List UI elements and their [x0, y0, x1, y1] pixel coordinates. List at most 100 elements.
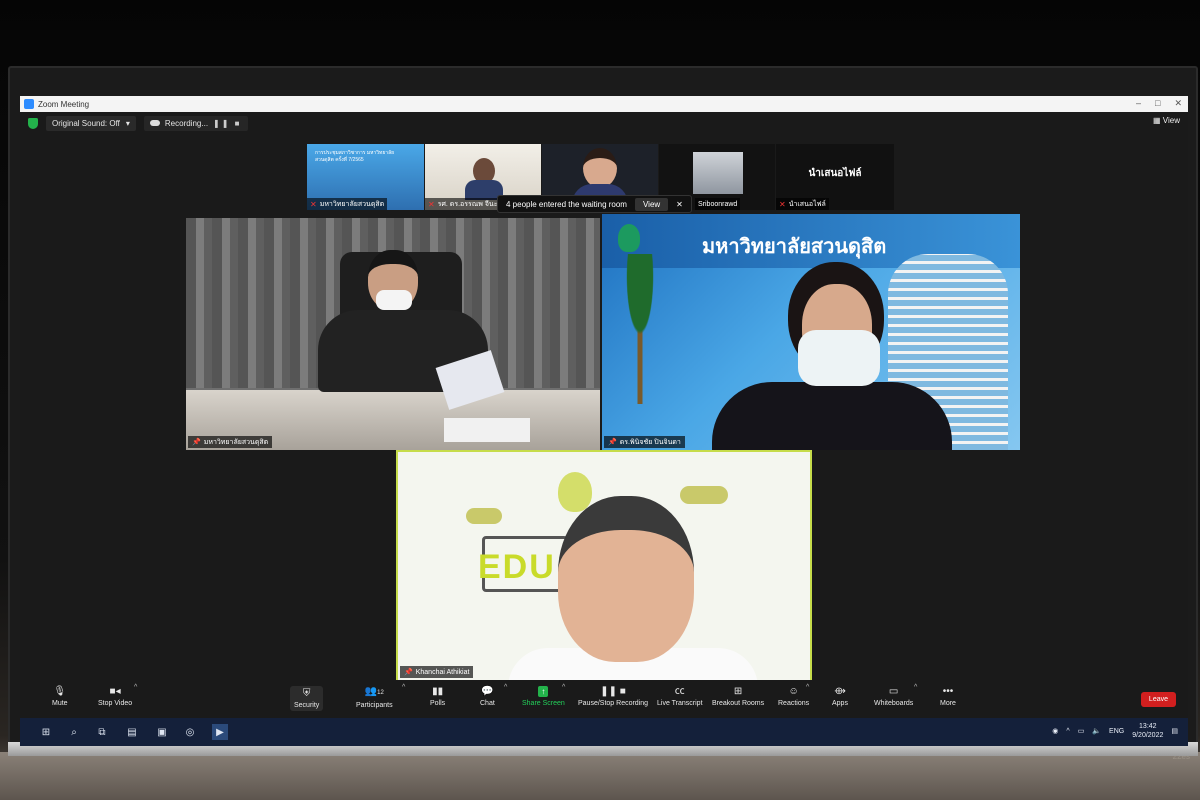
participants-icon: 👥12: [364, 686, 384, 697]
chevron-up-icon[interactable]: ^: [1066, 728, 1069, 735]
strip-tile-1-label: ✕ มหาวิทยาลัยสวนดุสิต: [307, 198, 388, 210]
recording-controls[interactable]: ❚❚ ■: [213, 119, 241, 128]
encryption-shield-icon[interactable]: [28, 117, 38, 129]
apps-icon: ⟴: [834, 686, 846, 697]
share-screen-icon: ↑: [538, 686, 549, 697]
security-label: Security: [294, 702, 320, 709]
windows-taskbar: ⊞ ⌕ ⧉ ▤ ▣ ◎ ▶ ◉ ^ ▭ 🔈 ENG 13:42 9/20/202…: [20, 718, 1188, 746]
participant-name: Khanchai Athikiat: [415, 668, 470, 676]
recording-indicator: Recording... ❚❚ ■: [143, 115, 248, 131]
volume-icon[interactable]: 🔈: [1092, 727, 1101, 735]
more-icon: •••: [942, 686, 954, 697]
participant-body: [712, 382, 952, 450]
close-icon[interactable]: ✕: [676, 200, 683, 209]
video-tile-label: 📌 มหาวิทยาลัยสวนดุสิต: [188, 436, 273, 448]
slide-preview-text: การประชุมสภาวิชาการ มหาวิทยาลัยสวนดุสิต …: [315, 150, 395, 163]
strip-tile-1[interactable]: การประชุมสภาวิชาการ มหาวิทยาลัยสวนดุสิต …: [307, 144, 424, 210]
pin-icon: 📌: [608, 439, 617, 446]
clock[interactable]: 13:42 9/20/2022: [1132, 722, 1163, 740]
whiteboards-button[interactable]: ▭ Whiteboards: [874, 686, 913, 707]
reactions-options-caret[interactable]: ^: [806, 684, 809, 691]
chat-label: Chat: [480, 700, 495, 707]
search-icon[interactable]: ⌕: [66, 724, 82, 740]
meeting-toolbar: 🎙 Mute ■◂ Stop Video ^ ⛨ Security 👥12 Partic…: [20, 680, 1188, 718]
waiting-room-notification: 4 people entered the waiting room View ✕: [497, 195, 692, 213]
share-screen-button[interactable]: ↑ Share Screen: [522, 686, 565, 707]
polls-icon: ▮▮: [432, 686, 444, 697]
windows-start-icon[interactable]: ⊞: [38, 724, 54, 740]
file-explorer-icon[interactable]: ▤: [124, 724, 140, 740]
minimize-button[interactable]: –: [1136, 98, 1141, 109]
share-screen-label: Share Screen: [522, 700, 565, 707]
apps-button[interactable]: ⟴ Apps: [832, 686, 848, 707]
participants-options-caret[interactable]: ^: [402, 684, 405, 691]
live-transcript-button[interactable]: ㏄ Live Transcript: [657, 686, 703, 707]
smiley-icon: ☺: [788, 686, 799, 697]
polls-label: Polls: [430, 700, 446, 707]
leave-button[interactable]: Leave: [1140, 692, 1176, 707]
browser-icon[interactable]: ◎: [182, 724, 198, 740]
whiteboards-options-caret[interactable]: ^: [914, 684, 917, 691]
apps-label: Apps: [832, 700, 848, 707]
video-tile-label: 📌 ดร.พินิจชัย ปินจินดา: [604, 436, 685, 448]
pause-stop-recording-button[interactable]: ❚❚ ■ Pause/Stop Recording: [578, 686, 648, 707]
video-tile-university[interactable]: มหาวิทยาลัยสวนดุสิต 📌 ดร.พินิจชัย ปินจินด…: [602, 214, 1020, 450]
view-label: View: [1162, 116, 1180, 125]
app-icon[interactable]: ▣: [154, 724, 170, 740]
view-button[interactable]: ▦ View: [1153, 116, 1180, 125]
participant-name: ดร.พินิจชัย ปินจินดา: [619, 438, 681, 446]
chat-options-caret[interactable]: ^: [504, 684, 507, 691]
waiting-room-view-button[interactable]: View: [634, 197, 669, 211]
zoom-taskbar-icon[interactable]: ▶: [212, 724, 228, 740]
window-title: Zoom Meeting: [38, 99, 90, 109]
close-window-button[interactable]: ✕: [1174, 98, 1182, 109]
mic-muted-icon: ✕: [428, 199, 435, 209]
zoom-window: Zoom Meeting – □ ✕ Original Sound: Off ▾…: [20, 96, 1188, 746]
participant-name: นำเสนอไฟล์: [788, 200, 826, 208]
original-sound-toggle[interactable]: Original Sound: Off ▾: [46, 115, 136, 131]
chrome-icon[interactable]: ◉: [1052, 727, 1058, 735]
chat-button[interactable]: 💬 Chat: [480, 686, 495, 707]
video-tile-active-speaker[interactable]: EDU N 📌 Khanchai Athikiat: [396, 450, 812, 682]
breakout-rooms-label: Breakout Rooms: [712, 700, 765, 707]
pin-icon: 📌: [404, 669, 413, 676]
stop-video-button[interactable]: ■◂ Stop Video: [98, 686, 132, 707]
pause-stop-icon: ❚❚ ■: [600, 686, 626, 697]
network-icon[interactable]: ▭: [1078, 727, 1085, 735]
security-button[interactable]: ⛨ Security: [290, 686, 324, 711]
reactions-label: Reactions: [778, 700, 810, 707]
share-options-caret[interactable]: ^: [562, 684, 565, 691]
mute-button[interactable]: 🎙 Mute: [52, 686, 68, 707]
language-indicator[interactable]: ENG: [1109, 728, 1124, 735]
participant-video-thumb: [693, 152, 743, 194]
participant-name: มหาวิทยาลัยสวนดุสิต: [203, 438, 269, 446]
breakout-rooms-button[interactable]: ⊞ Breakout Rooms: [712, 686, 764, 707]
window-controls: – □ ✕: [1136, 98, 1182, 109]
task-view-icon[interactable]: ⧉: [94, 724, 110, 740]
system-tray: ◉ ^ ▭ 🔈 ENG 13:42 9/20/2022 ▤: [1052, 722, 1178, 740]
cloud-illustration: [680, 486, 728, 504]
shield-icon: ⛨: [302, 688, 311, 699]
whiteboard-icon: ▭: [888, 686, 899, 697]
video-tile-boardroom[interactable]: 📌 มหาวิทยาลัยสวนดุสิต: [186, 218, 600, 450]
participants-button[interactable]: 👥12 Participants: [356, 686, 393, 709]
more-button[interactable]: ••• More: [940, 686, 956, 707]
zoom-app-icon: [24, 99, 34, 109]
mic-muted-icon: ✕: [310, 199, 317, 209]
face-mask: [798, 330, 880, 386]
polls-button[interactable]: ▮▮ Polls: [430, 686, 445, 707]
meeting-topbar: Original Sound: Off ▾ Recording... ❚❚ ■: [20, 112, 1188, 134]
nameplate: [444, 418, 530, 442]
video-options-caret[interactable]: ^: [134, 684, 137, 691]
mic-muted-icon: ✕: [779, 199, 786, 209]
more-label: More: [940, 700, 956, 707]
recording-label: Recording...: [164, 118, 209, 128]
chevron-down-icon[interactable]: ▾: [126, 119, 130, 128]
pin-icon: 📌: [192, 439, 201, 446]
strip-tile-5[interactable]: นำเสนอไฟล์ ✕ นำเสนอไฟล์: [776, 144, 894, 210]
cloud-icon: [149, 120, 160, 126]
reactions-button[interactable]: ☺ Reactions: [778, 686, 809, 707]
notification-icon[interactable]: ▤: [1171, 727, 1178, 735]
balloon-illustration: [558, 472, 592, 512]
maximize-button[interactable]: □: [1155, 98, 1160, 109]
